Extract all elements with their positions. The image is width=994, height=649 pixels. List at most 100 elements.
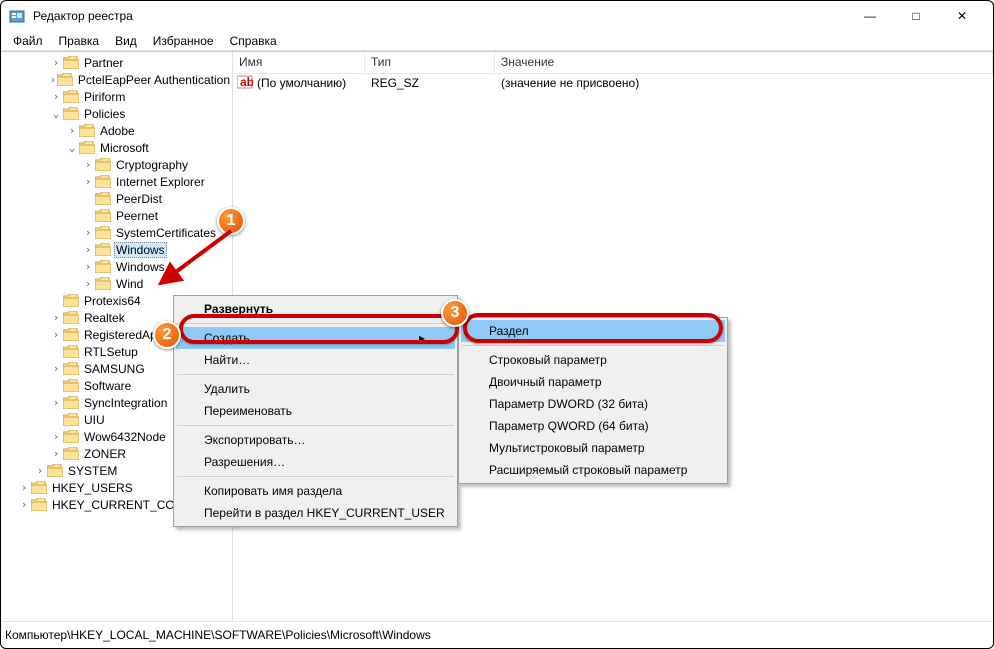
ctx-expand[interactable]: Развернуть xyxy=(176,298,455,320)
tree-label: SYSTEM xyxy=(66,464,119,478)
ctx-export[interactable]: Экспортировать… xyxy=(176,429,455,451)
tree-label: Adobe xyxy=(98,124,137,138)
tree-twisty-icon[interactable]: › xyxy=(65,124,79,137)
folder-icon xyxy=(95,277,111,291)
titlebar: Редактор реестра — □ ✕ xyxy=(1,1,993,31)
menu-view[interactable]: Вид xyxy=(107,32,145,50)
ctx-new-multi[interactable]: Мультистроковый параметр xyxy=(461,437,725,459)
ctx-goto[interactable]: Перейти в раздел HKEY_CURRENT_USER xyxy=(176,502,455,524)
list-row-default[interactable]: ab (По умолчанию) REG_SZ (значение не пр… xyxy=(233,74,993,92)
tree-twisty-icon[interactable]: › xyxy=(81,243,95,256)
value-data: (значение не присвоено) xyxy=(495,76,993,90)
menu-fav[interactable]: Избранное xyxy=(145,32,222,50)
ctx-new[interactable]: Создать▸ xyxy=(176,327,455,349)
tree-twisty-icon[interactable]: › xyxy=(81,226,95,239)
folder-icon xyxy=(63,56,79,70)
folder-icon xyxy=(63,430,79,444)
tree-item-pcteleappeer-authentication[interactable]: › PctelEapPeer Authentication xyxy=(1,71,232,88)
folder-icon xyxy=(79,124,95,138)
menu-edit[interactable]: Правка xyxy=(51,32,108,50)
tree-item-peernet[interactable]: Peernet xyxy=(1,207,232,224)
separator xyxy=(177,425,454,426)
folder-icon xyxy=(95,158,111,172)
tree-item-policies[interactable]: ⌄Policies xyxy=(1,105,232,122)
tree-label: Internet Explorer xyxy=(114,175,207,189)
tree-twisty-icon[interactable]: › xyxy=(49,90,63,103)
ctx-rename[interactable]: Переименовать xyxy=(176,400,455,422)
col-type[interactable]: Тип xyxy=(365,52,495,73)
tree-twisty-icon[interactable]: › xyxy=(49,311,63,324)
tree-label: Piriform xyxy=(82,90,127,104)
tree-label: PctelEapPeer Authentication xyxy=(76,73,232,87)
tree-twisty-icon[interactable]: › xyxy=(81,175,95,188)
menu-help[interactable]: Справка xyxy=(222,32,285,50)
ctx-copy[interactable]: Копировать имя раздела xyxy=(176,480,455,502)
ctx-new-qword[interactable]: Параметр QWORD (64 бита) xyxy=(461,415,725,437)
ctx-new-string[interactable]: Строковый параметр xyxy=(461,349,725,371)
tree-twisty-icon[interactable]: › xyxy=(81,260,95,273)
tree-label: ZONER xyxy=(82,447,128,461)
col-name[interactable]: Имя xyxy=(233,52,365,73)
close-button[interactable]: ✕ xyxy=(939,1,985,31)
ctx-delete[interactable]: Удалить xyxy=(176,378,455,400)
folder-icon xyxy=(63,328,79,342)
ctx-find[interactable]: Найти… xyxy=(176,349,455,371)
tree-twisty-icon[interactable]: › xyxy=(17,498,31,511)
submenu-arrow-icon: ▸ xyxy=(399,331,425,345)
tree-label: Partner xyxy=(82,56,125,70)
folder-icon xyxy=(95,243,111,257)
folder-icon xyxy=(63,396,79,410)
minimize-button[interactable]: — xyxy=(847,1,893,31)
ctx-new-binary[interactable]: Двоичный параметр xyxy=(461,371,725,393)
tree-twisty-icon[interactable]: › xyxy=(49,430,63,443)
tree-item-microsoft[interactable]: ⌄Microsoft xyxy=(1,139,232,156)
context-menu-new: Раздел Строковый параметр Двоичный парам… xyxy=(458,317,728,484)
tree-twisty-icon[interactable]: › xyxy=(81,158,95,171)
tree-twisty-icon[interactable]: › xyxy=(17,481,31,494)
svg-text:ab: ab xyxy=(240,75,253,89)
maximize-button[interactable]: □ xyxy=(893,1,939,31)
ctx-perm[interactable]: Разрешения… xyxy=(176,451,455,473)
folder-icon xyxy=(95,260,111,274)
folder-icon xyxy=(63,107,79,121)
window-controls: — □ ✕ xyxy=(847,1,985,31)
tree-twisty-icon[interactable]: › xyxy=(49,396,63,409)
tree-twisty-icon[interactable]: › xyxy=(33,464,47,477)
folder-icon xyxy=(95,209,111,223)
tree-item-windows[interactable]: ›Windows xyxy=(1,258,232,275)
tree-label: UIU xyxy=(82,413,107,427)
tree-label: RegisteredAppli xyxy=(82,328,171,342)
tree-item-piriform[interactable]: › Piriform xyxy=(1,88,232,105)
tree-twisty-icon[interactable]: › xyxy=(49,56,63,69)
tree-label: SystemCertificates xyxy=(114,226,218,240)
tree-label: Realtek xyxy=(82,311,127,325)
folder-icon xyxy=(63,413,79,427)
tree-item-partner[interactable]: › Partner xyxy=(1,54,232,71)
ctx-new-expand[interactable]: Расширяемый строковый параметр xyxy=(461,459,725,481)
tree-twisty-icon[interactable]: › xyxy=(49,328,63,341)
tree-item-wind[interactable]: ›Wind xyxy=(1,275,232,292)
tree-twisty-icon[interactable]: ⌄ xyxy=(65,141,79,154)
ctx-new-key[interactable]: Раздел xyxy=(461,320,725,342)
tree-twisty-icon[interactable]: › xyxy=(49,73,57,86)
tree-item-windows[interactable]: ›Windows xyxy=(1,241,232,258)
tree-item-peerdist[interactable]: PeerDist xyxy=(1,190,232,207)
tree-item-internet-explorer[interactable]: › Internet Explorer xyxy=(1,173,232,190)
tree-twisty-icon[interactable]: › xyxy=(81,277,95,290)
folder-icon xyxy=(79,141,95,155)
tree-item-cryptography[interactable]: ›Cryptography xyxy=(1,156,232,173)
menu-file[interactable]: Файл xyxy=(5,32,51,50)
folder-icon xyxy=(57,73,73,87)
folder-icon xyxy=(63,294,79,308)
tree-item-adobe[interactable]: › Adobe xyxy=(1,122,232,139)
tree-twisty-icon[interactable]: ⌄ xyxy=(49,107,63,120)
tree-item-systemcertificates[interactable]: › SystemCertificates xyxy=(1,224,232,241)
col-value[interactable]: Значение xyxy=(495,52,993,73)
folder-icon xyxy=(95,192,111,206)
app-icon xyxy=(9,8,25,24)
tree-twisty-icon[interactable]: › xyxy=(49,362,63,375)
tree-label: Protexis64 xyxy=(82,294,143,308)
value-name: (По умолчанию) xyxy=(257,76,346,90)
ctx-new-dword[interactable]: Параметр DWORD (32 бита) xyxy=(461,393,725,415)
tree-twisty-icon[interactable]: › xyxy=(49,447,63,460)
